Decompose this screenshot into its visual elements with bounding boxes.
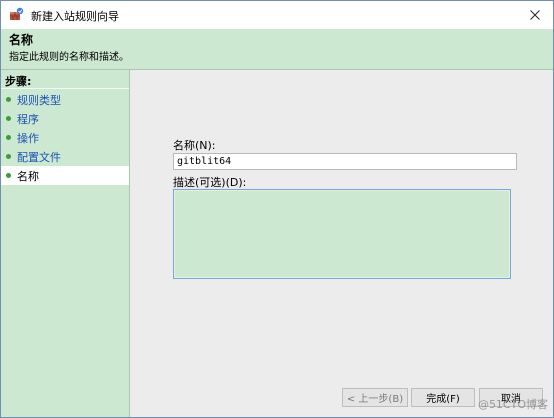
finish-button[interactable]: 完成(F) bbox=[411, 388, 475, 407]
back-button[interactable]: < 上一步(B) bbox=[342, 388, 408, 407]
step-label: 规则类型 bbox=[17, 93, 61, 107]
step-label: 名称 bbox=[17, 169, 39, 183]
step-rule-type[interactable]: 规则类型 bbox=[1, 90, 129, 109]
step-bullet-icon bbox=[6, 135, 11, 140]
step-program[interactable]: 程序 bbox=[1, 109, 129, 128]
close-button[interactable] bbox=[517, 1, 553, 29]
title-bar[interactable]: 新建入站规则向导 bbox=[1, 1, 553, 29]
wizard-window: 新建入站规则向导 名称 指定此规则的名称和描述。 步骤: 规则类型 程序 操作 … bbox=[0, 0, 554, 418]
step-label: 操作 bbox=[17, 131, 39, 145]
step-bullet-icon bbox=[6, 173, 11, 178]
page-title: 名称 bbox=[9, 33, 34, 47]
step-label: 程序 bbox=[17, 112, 39, 126]
steps-sidebar: 步骤: 规则类型 程序 操作 配置文件 名称 bbox=[1, 70, 130, 417]
page-description: 指定此规则的名称和描述。 bbox=[9, 52, 129, 63]
step-bullet-icon bbox=[6, 97, 11, 102]
name-input[interactable]: gitblit64 bbox=[173, 153, 517, 170]
steps-divider bbox=[1, 88, 129, 89]
step-bullet-icon bbox=[6, 116, 11, 121]
steps-list: 规则类型 程序 操作 配置文件 名称 bbox=[1, 90, 129, 185]
step-action[interactable]: 操作 bbox=[1, 128, 129, 147]
firewall-shield-icon bbox=[9, 7, 25, 23]
page-header: 名称 指定此规则的名称和描述。 bbox=[1, 29, 553, 70]
watermark: @51CTO博客 bbox=[477, 398, 548, 411]
steps-title: 步骤: bbox=[5, 75, 32, 88]
description-label: 描述(可选)(D): bbox=[173, 176, 247, 189]
close-icon bbox=[530, 10, 540, 20]
step-profile[interactable]: 配置文件 bbox=[1, 147, 129, 166]
name-label: 名称(N): bbox=[173, 139, 216, 152]
step-name[interactable]: 名称 bbox=[1, 166, 129, 185]
step-label: 配置文件 bbox=[17, 150, 61, 164]
window-title: 新建入站规则向导 bbox=[31, 10, 119, 23]
content-panel: 名称(N): gitblit64 描述(可选)(D): < 上一步(B) 完成(… bbox=[130, 70, 553, 417]
description-textarea[interactable] bbox=[173, 189, 511, 279]
step-bullet-icon bbox=[6, 154, 11, 159]
